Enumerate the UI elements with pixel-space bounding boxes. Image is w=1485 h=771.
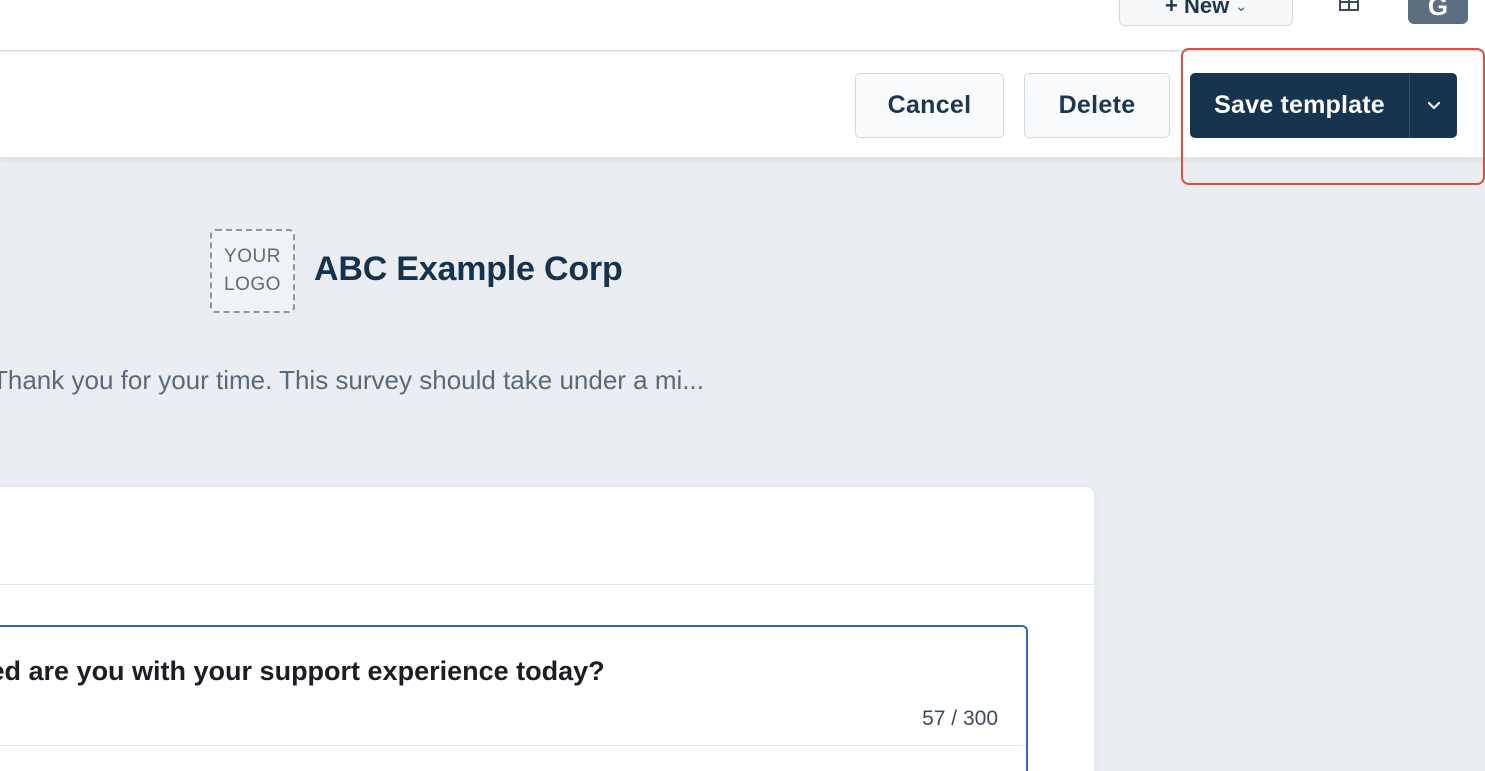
- gift-icon[interactable]: [1335, 0, 1363, 12]
- cancel-button[interactable]: Cancel: [855, 73, 1004, 138]
- save-options-dropdown-button[interactable]: [1410, 73, 1457, 138]
- chevron-down-icon: [1427, 101, 1440, 109]
- question-text[interactable]: ied are you with your support experience…: [0, 656, 982, 687]
- survey-intro-text[interactable]: Thank you for your time. This survey sho…: [0, 365, 872, 396]
- card-divider: [0, 584, 1094, 585]
- new-button-label: + New: [1165, 0, 1230, 18]
- logo-text-line1: YOUR: [224, 246, 281, 267]
- question-text-content: ied are you with your support experience…: [0, 656, 605, 686]
- character-counter: 57 / 300: [922, 707, 998, 730]
- save-template-button[interactable]: Save template: [1190, 73, 1409, 138]
- chevron-down-icon: ⌄: [1235, 0, 1247, 14]
- logo-placeholder[interactable]: YOUR LOGO: [210, 229, 295, 313]
- new-button[interactable]: + New ⌄: [1119, 0, 1293, 26]
- top-navigation-bar: + New ⌄ G: [0, 0, 1485, 51]
- logo-text-line2: LOGO: [224, 274, 281, 295]
- question-divider: [0, 745, 1026, 746]
- question-editor[interactable]: ied are you with your support experience…: [0, 625, 1028, 771]
- save-template-button-group: Save template: [1190, 73, 1457, 138]
- user-avatar[interactable]: G: [1408, 0, 1468, 24]
- template-action-bar: Cancel Delete Save template: [0, 52, 1485, 158]
- avatar-initial: G: [1427, 0, 1449, 21]
- delete-button[interactable]: Delete: [1024, 73, 1170, 138]
- company-name: ABC Example Corp: [314, 250, 623, 288]
